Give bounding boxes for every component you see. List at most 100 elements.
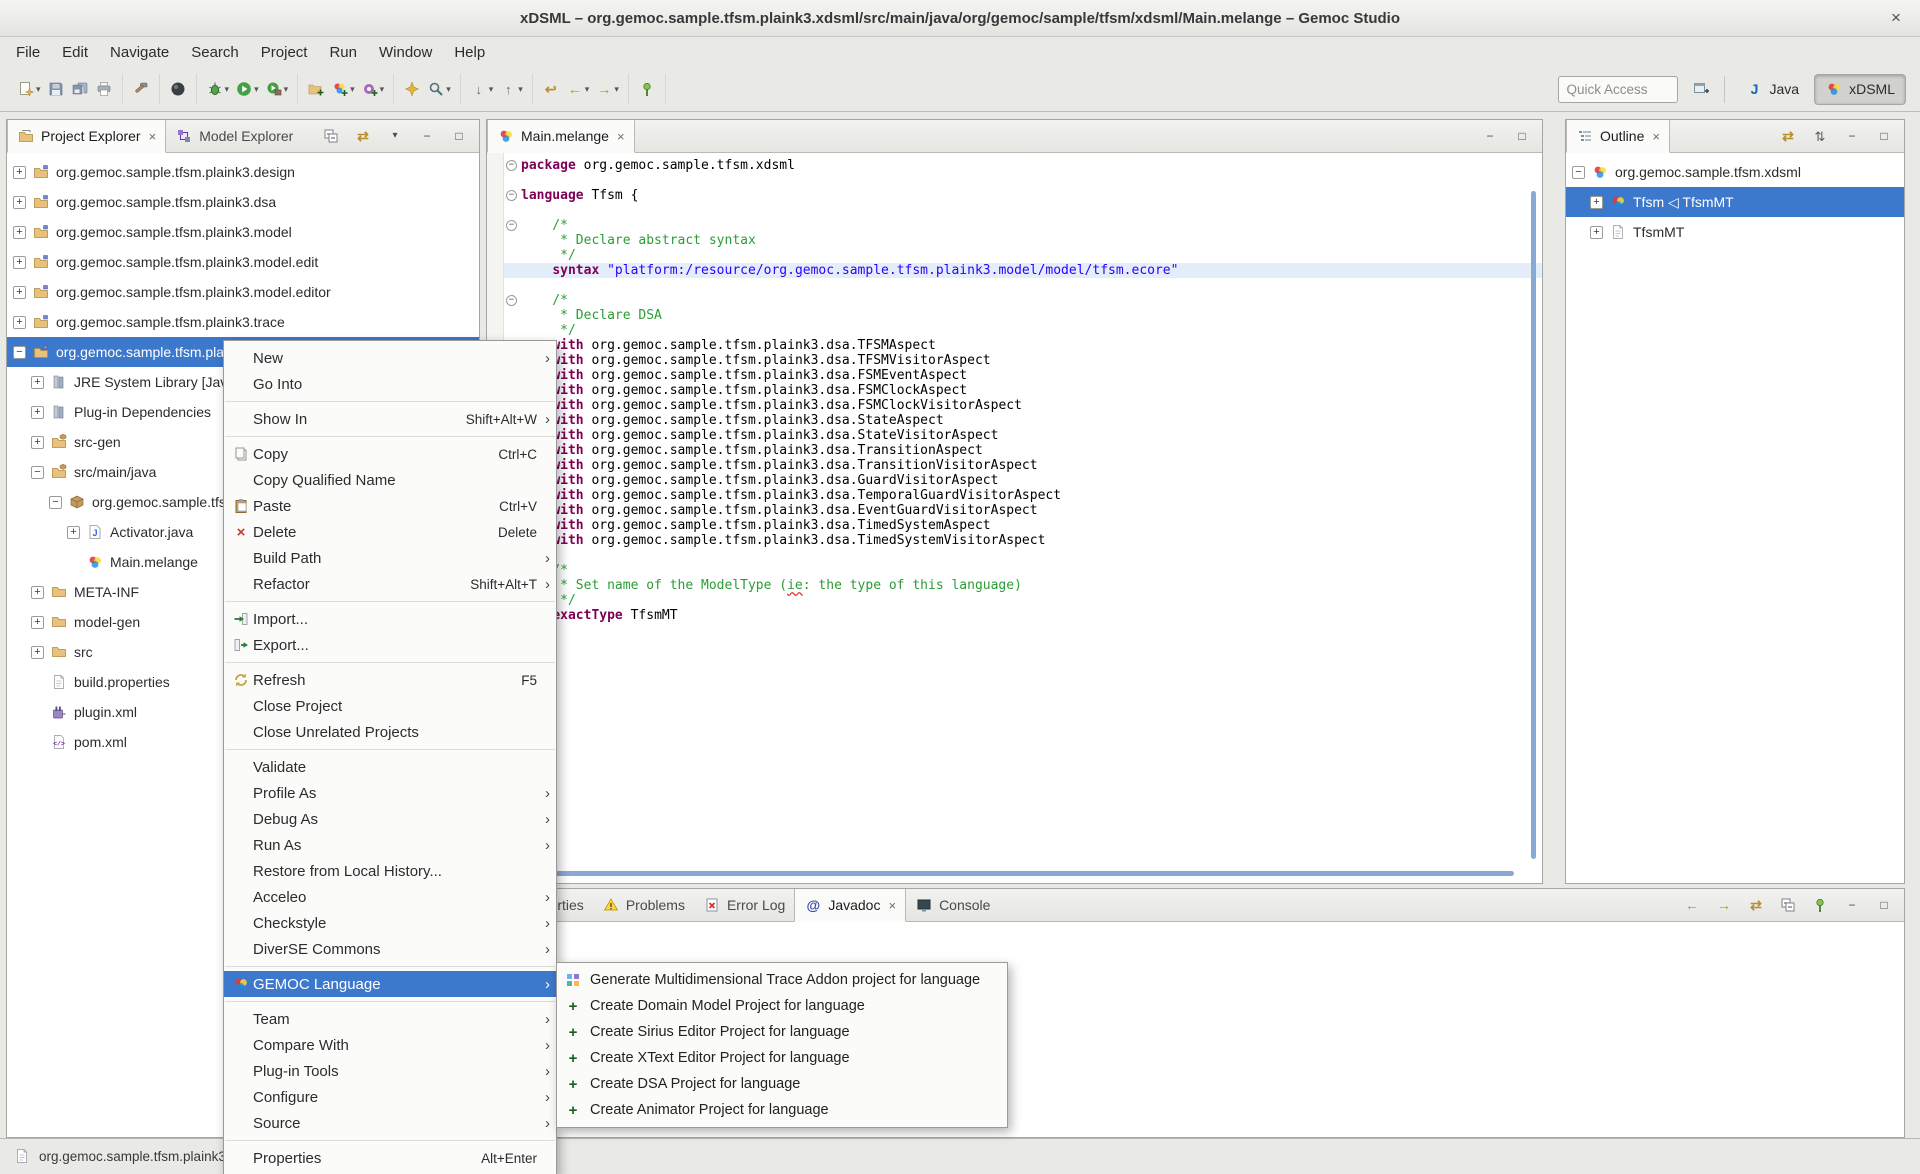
project-item-org-gemoc-sample-tfsm-plaink3-design[interactable]: +org.gemoc.sample.tfsm.plaink3.design — [7, 157, 479, 187]
code-line[interactable]: with org.gemoc.sample.tfsm.plaink3.dsa.G… — [487, 473, 1542, 488]
menubar-item-search[interactable]: Search — [180, 39, 250, 66]
menu-item-validate[interactable]: Validate — [224, 754, 556, 780]
outline-item-tfsm-tfsmmt[interactable]: +Tfsm ◁ TfsmMT — [1566, 187, 1904, 217]
code-line[interactable]: */ — [487, 248, 1542, 263]
code-line[interactable]: with org.gemoc.sample.tfsm.plaink3.dsa.T… — [487, 533, 1542, 548]
print-button[interactable] — [93, 77, 115, 101]
dropdown-caret-icon[interactable]: ▾ — [284, 84, 289, 95]
tree-expander-icon[interactable]: − — [1572, 166, 1585, 179]
menu-item-go-into[interactable]: Go Into — [224, 371, 556, 397]
tree-expander-icon[interactable]: + — [13, 226, 26, 239]
code-line[interactable] — [487, 203, 1542, 218]
code-line[interactable] — [487, 173, 1542, 188]
tree-expander-icon[interactable]: − — [13, 346, 26, 359]
menu-item-new[interactable]: New› — [224, 345, 556, 371]
tree-expander-icon[interactable]: + — [67, 526, 80, 539]
code-line[interactable] — [487, 278, 1542, 293]
new-wizard-button[interactable]: ▾ — [15, 77, 43, 101]
link-with-editor-button[interactable]: ⇄ — [352, 125, 374, 147]
close-icon[interactable]: × — [617, 129, 625, 144]
fold-marker-icon[interactable]: − — [506, 190, 517, 201]
code-line[interactable]: with org.gemoc.sample.tfsm.plaink3.dsa.S… — [487, 413, 1542, 428]
last-edit-location-button[interactable]: ↩ — [540, 77, 562, 101]
menu-item-diverse-commons[interactable]: DiverSE Commons› — [224, 936, 556, 962]
code-line[interactable]: with org.gemoc.sample.tfsm.plaink3.dsa.E… — [487, 503, 1542, 518]
dropdown-caret-icon[interactable]: ▾ — [489, 84, 494, 95]
menu-item-refresh[interactable]: RefreshF5 — [224, 667, 556, 693]
new-melange-file-button[interactable]: ▾ — [329, 77, 357, 101]
menu-item-properties[interactable]: PropertiesAlt+Enter — [224, 1145, 556, 1171]
code-line[interactable] — [487, 548, 1542, 563]
menu-item-refactor[interactable]: RefactorShift+Alt+T› — [224, 571, 556, 597]
maximize-button[interactable]: □ — [448, 125, 470, 147]
code-line[interactable]: * Declare DSA — [487, 308, 1542, 323]
left-tab-project-explorer[interactable]: Project Explorer× — [7, 120, 166, 153]
menu-item-paste[interactable]: PasteCtrl+V — [224, 493, 556, 519]
menu-item-restore-from-local-history[interactable]: Restore from Local History... — [224, 858, 556, 884]
menu-item-gemoc-language[interactable]: GEMOC Language› — [224, 971, 556, 997]
open-perspective-button[interactable] — [1688, 76, 1714, 102]
dropdown-caret-icon[interactable]: ▾ — [614, 84, 619, 95]
tree-expander-icon[interactable]: + — [31, 376, 44, 389]
menu-item-delete[interactable]: ×DeleteDelete — [224, 519, 556, 545]
collapse-all-button[interactable] — [320, 125, 342, 147]
left-tab-model-explorer[interactable]: Model Explorer — [166, 120, 302, 152]
link-with-editor-button[interactable]: ⇄ — [1745, 894, 1767, 916]
menu-item-debug-as[interactable]: Debug As› — [224, 806, 556, 832]
menubar-item-file[interactable]: File — [5, 39, 51, 66]
tree-expander-icon[interactable]: + — [31, 646, 44, 659]
next-annotation-button[interactable]: ↓▾ — [468, 77, 496, 101]
tree-expander-icon[interactable]: + — [1590, 196, 1603, 209]
code-line[interactable]: syntax "platform:/resource/org.gemoc.sam… — [487, 263, 1542, 278]
menu-item-copy-qualified-name[interactable]: Copy Qualified Name — [224, 467, 556, 493]
bottom-tab-problems[interactable]: Problems — [593, 889, 694, 921]
sort-button[interactable]: ⇅ — [1809, 125, 1831, 147]
menu-item-profile-as[interactable]: Profile As› — [224, 780, 556, 806]
tree-expander-icon[interactable]: + — [13, 166, 26, 179]
maximize-button[interactable]: □ — [1511, 125, 1533, 147]
submenu-item-generate-multidimensional-trace-addon-project-for-language[interactable]: Generate Multidimensional Trace Addon pr… — [557, 967, 1007, 993]
code-line[interactable]: −package org.gemoc.sample.tfsm.xdsml — [487, 158, 1542, 173]
menu-item-run-as[interactable]: Run As› — [224, 832, 556, 858]
view-menu-button[interactable]: ▾ — [384, 125, 406, 147]
forward-button[interactable]: → — [1713, 894, 1735, 916]
menubar-item-edit[interactable]: Edit — [51, 39, 99, 66]
dropdown-caret-icon[interactable]: ▾ — [585, 84, 590, 95]
maximize-button[interactable]: □ — [1873, 125, 1895, 147]
tree-expander-icon[interactable]: − — [49, 496, 62, 509]
submenu-item-create-animator-project-for-language[interactable]: +Create Animator Project for language — [557, 1097, 1007, 1123]
menubar-item-help[interactable]: Help — [443, 39, 496, 66]
editor-vertical-scrollbar[interactable] — [1531, 191, 1536, 859]
tree-expander-icon[interactable]: + — [13, 256, 26, 269]
minimize-button[interactable]: − — [1841, 125, 1863, 147]
build-all-button[interactable] — [130, 77, 152, 101]
project-item-org-gemoc-sample-tfsm-plaink3-trace[interactable]: +org.gemoc.sample.tfsm.plaink3.trace — [7, 307, 479, 337]
dropdown-caret-icon[interactable]: ▾ — [446, 84, 451, 95]
menubar-item-window[interactable]: Window — [368, 39, 443, 66]
bottom-tab-javadoc[interactable]: @Javadoc× — [794, 889, 906, 922]
tree-expander-icon[interactable]: + — [13, 196, 26, 209]
project-item-org-gemoc-sample-tfsm-plaink3-dsa[interactable]: +org.gemoc.sample.tfsm.plaink3.dsa — [7, 187, 479, 217]
open-wizard-button[interactable] — [401, 77, 423, 101]
new-ecore-model-button[interactable]: ▾ — [359, 77, 387, 101]
close-icon[interactable]: × — [888, 898, 896, 913]
code-line[interactable]: */ — [487, 323, 1542, 338]
minimize-button[interactable]: − — [416, 125, 438, 147]
menu-item-acceleo[interactable]: Acceleo› — [224, 884, 556, 910]
outline-item-org-gemoc-sample-tfsm-xdsml[interactable]: −org.gemoc.sample.tfsm.xdsml — [1566, 157, 1904, 187]
quick-access-input[interactable] — [1558, 76, 1678, 103]
project-item-org-gemoc-sample-tfsm-plaink3-model-edit[interactable]: +org.gemoc.sample.tfsm.plaink3.model.edi… — [7, 247, 479, 277]
back-button[interactable]: ← — [1681, 894, 1703, 916]
close-icon[interactable]: × — [1652, 129, 1660, 144]
code-line[interactable]: with org.gemoc.sample.tfsm.plaink3.dsa.F… — [487, 368, 1542, 383]
collapse-all-button[interactable] — [1777, 894, 1799, 916]
code-line[interactable]: − /* — [487, 293, 1542, 308]
project-item-org-gemoc-sample-tfsm-plaink3-model[interactable]: +org.gemoc.sample.tfsm.plaink3.model — [7, 217, 479, 247]
editor-horizontal-scrollbar[interactable] — [497, 871, 1514, 876]
pin-editor-button[interactable] — [1809, 894, 1831, 916]
tree-expander-icon[interactable]: + — [31, 586, 44, 599]
menu-item-copy[interactable]: CopyCtrl+C — [224, 441, 556, 467]
dropdown-caret-icon[interactable]: ▾ — [350, 84, 355, 95]
menubar-item-project[interactable]: Project — [250, 39, 319, 66]
melange-editor[interactable]: −package org.gemoc.sample.tfsm.xdsml−lan… — [487, 153, 1542, 883]
